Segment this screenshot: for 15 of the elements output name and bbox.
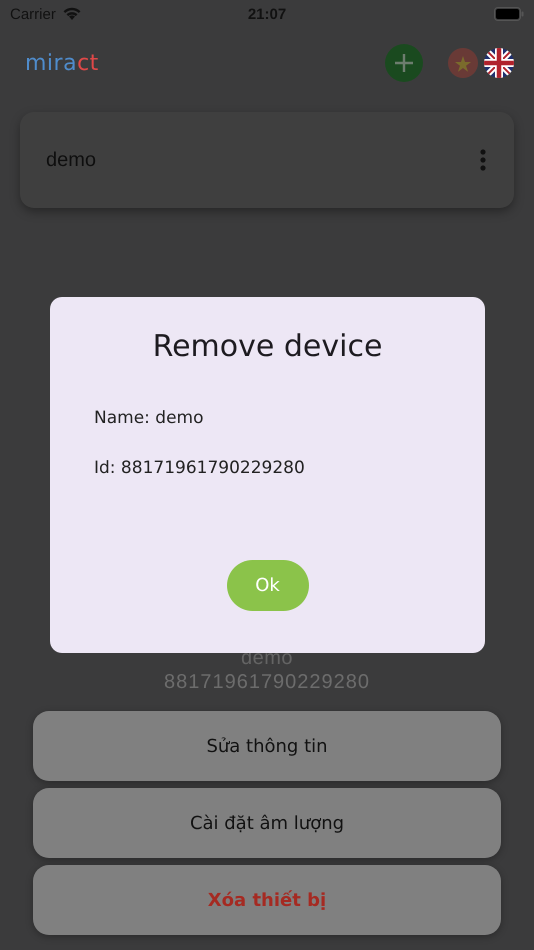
battery-icon — [494, 7, 524, 21]
action-button[interactable]: Sửa thông tin — [33, 711, 501, 781]
delete-button[interactable]: Xóa thiết bị — [33, 865, 501, 935]
plus-icon — [394, 53, 414, 73]
uk-flag-icon[interactable] — [484, 48, 514, 78]
app-logo: miract — [25, 50, 99, 76]
dialog-text: Id: 88171961790229280 — [94, 458, 306, 478]
wifi-icon — [62, 7, 82, 21]
dialog-title: Remove device — [152, 329, 384, 364]
ok-button[interactable]: Ok — [226, 560, 308, 611]
more-icon[interactable] — [480, 149, 486, 171]
vietnam-flag-icon[interactable] — [448, 48, 478, 78]
action-button[interactable]: Cài đặt âm lượng — [33, 788, 501, 858]
dialog-text: Name: demo — [94, 408, 204, 428]
add-button[interactable] — [385, 44, 423, 82]
